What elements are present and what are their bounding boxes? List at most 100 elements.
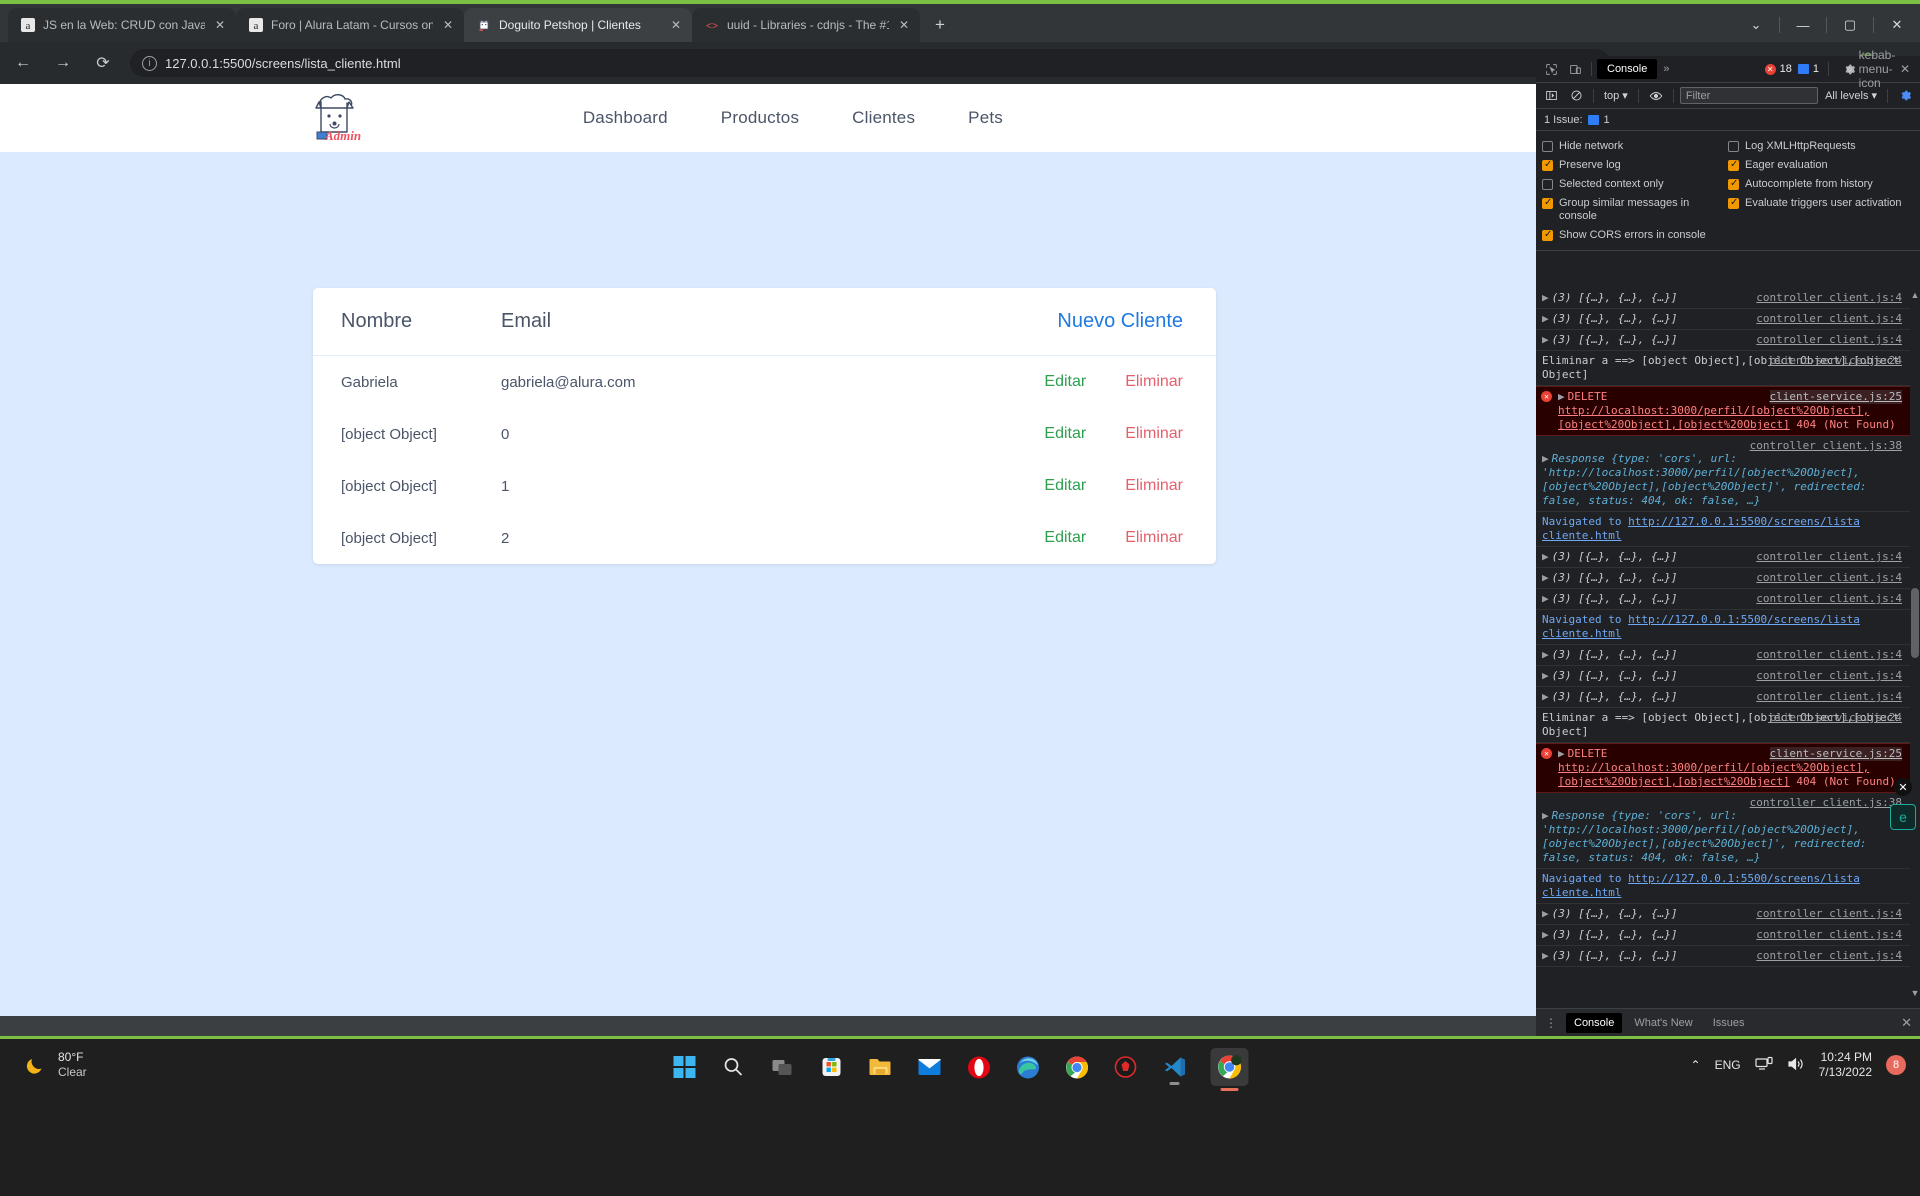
log-entry-error[interactable]: ✕ ▶ DELETE http://localhost:3000/perfil/[…	[1536, 386, 1920, 436]
execution-context-select[interactable]: top ▾	[1600, 89, 1632, 103]
address-bar[interactable]: i 127.0.0.1:5500/screens/lista_cliente.h…	[130, 49, 1610, 77]
console-scrollbar[interactable]: ▲ ▼	[1910, 288, 1920, 1004]
setting-evaluate-triggers-user-activation[interactable]: Evaluate triggers user activation	[1728, 194, 1914, 213]
opera-icon[interactable]	[966, 1054, 992, 1080]
log-source[interactable]: client-service.js:25	[1769, 390, 1902, 404]
setting-hide-network[interactable]: Hide network	[1542, 137, 1728, 156]
browser-tab-3-active[interactable]: Doguito Petshop | Clientes ✕	[464, 8, 692, 42]
expand-triangle-icon[interactable]: ▶	[1542, 648, 1549, 661]
forward-icon[interactable]: →	[46, 46, 80, 80]
browser-tab-4[interactable]: <> uuid - Libraries - cdnjs - The #1 f ✕	[692, 8, 920, 42]
scroll-up-arrow-icon[interactable]: ▲	[1910, 290, 1920, 300]
log-entry-array[interactable]: ▶ (3) [{…}, {…}, {…}] controller client.js…	[1536, 946, 1920, 967]
log-source[interactable]: controller client.js:4	[1756, 690, 1902, 704]
expand-triangle-icon[interactable]: ▶	[1542, 809, 1549, 822]
checkbox[interactable]	[1728, 177, 1739, 190]
log-source[interactable]: controller client.js:4	[1756, 312, 1902, 326]
checkbox[interactable]	[1728, 158, 1739, 171]
issues-bar[interactable]: 1 Issue: 1	[1536, 109, 1920, 131]
log-entry-response[interactable]: controller client.js:38 ▶ Response {type:…	[1536, 436, 1920, 512]
reload-icon[interactable]: ⟳	[86, 46, 120, 80]
overlay-close-icon[interactable]: ✕	[1894, 778, 1912, 796]
log-source[interactable]: client-service.js:24	[1770, 711, 1902, 725]
log-entry-array[interactable]: ▶ (3) [{…}, {…}, {…}] controller client.js…	[1536, 666, 1920, 687]
log-source[interactable]: controller client.js:4	[1756, 949, 1902, 963]
expand-triangle-icon[interactable]: ▶	[1558, 390, 1565, 403]
edit-link[interactable]: Editar	[1044, 529, 1086, 547]
microsoft-store-icon[interactable]	[819, 1054, 845, 1080]
delete-link[interactable]: Eliminar	[1125, 529, 1183, 547]
log-entry-error[interactable]: ✕ ▶ DELETE http://localhost:3000/perfil/[…	[1536, 743, 1920, 793]
vscode-icon[interactable]	[1162, 1054, 1188, 1085]
log-entry-text[interactable]: Eliminar a ==> [object Object],[object O…	[1536, 708, 1920, 743]
overlay-editor-icon[interactable]: e	[1890, 804, 1916, 830]
tab-console[interactable]: Console	[1597, 59, 1658, 79]
log-entry-response[interactable]: controller client.js:38 ▶ Response {type:…	[1536, 793, 1920, 869]
windows-start-icon[interactable]	[672, 1054, 698, 1080]
maximize-button[interactable]: ▢	[1827, 8, 1873, 42]
log-entry-navigated[interactable]: Navigated to http://127.0.0.1:5500/scree…	[1536, 869, 1920, 904]
setting-selected-context-only[interactable]: Selected context only	[1542, 175, 1728, 194]
log-entry-text[interactable]: Eliminar a ==> [object Object],[object O…	[1536, 351, 1920, 386]
log-entry-array[interactable]: ▶ (3) [{…}, {…}, {…}] controller client.js…	[1536, 568, 1920, 589]
log-source[interactable]: controller client.js:4	[1756, 291, 1902, 305]
log-entry-array[interactable]: ▶ (3) [{…}, {…}, {…}] controller client.js…	[1536, 645, 1920, 666]
setting-group-similar-messages[interactable]: Group similar messages in console	[1542, 194, 1728, 226]
language-indicator[interactable]: ENG	[1715, 1058, 1741, 1072]
checkbox[interactable]	[1542, 196, 1553, 209]
more-tabs-icon[interactable]: »	[1659, 63, 1673, 75]
log-level-select[interactable]: All levels ▾	[1821, 89, 1881, 103]
close-icon[interactable]: ✕	[440, 17, 456, 33]
log-source[interactable]: client-service.js:24	[1770, 354, 1902, 368]
clock[interactable]: 10:24 PM 7/13/2022	[1819, 1050, 1872, 1080]
expand-triangle-icon[interactable]: ▶	[1542, 571, 1549, 584]
log-source[interactable]: controller client.js:4	[1756, 550, 1902, 564]
expand-triangle-icon[interactable]: ▶	[1542, 690, 1549, 703]
log-source[interactable]: controller client.js:4	[1756, 907, 1902, 921]
close-devtools-icon[interactable]: ✕	[1894, 58, 1916, 80]
log-source[interactable]: controller client.js:38	[1750, 796, 1902, 810]
log-entry-array[interactable]: ▶ (3) [{…}, {…}, {…}] controller client.js…	[1536, 904, 1920, 925]
log-entry-array[interactable]: ▶ (3) [{…}, {…}, {…}] controller client.js…	[1536, 687, 1920, 708]
expand-triangle-icon[interactable]: ▶	[1558, 747, 1565, 760]
browser-tab-1[interactable]: a JS en la Web: CRUD con JavaScrip ✕	[8, 8, 237, 42]
log-entry-array[interactable]: ▶ (3) [{…}, {…}, {…}] controller client.js…	[1536, 925, 1920, 946]
setting-autocomplete-history[interactable]: Autocomplete from history	[1728, 175, 1914, 194]
search-icon[interactable]	[721, 1054, 747, 1080]
setting-show-cors-errors[interactable]: Show CORS errors in console	[1542, 226, 1728, 245]
expand-triangle-icon[interactable]: ▶	[1542, 928, 1549, 941]
log-entry-array[interactable]: ▶ (3) [{…}, {…}, {…}] controller client.js…	[1536, 547, 1920, 568]
checkbox[interactable]	[1542, 158, 1553, 171]
checkbox[interactable]	[1542, 179, 1553, 190]
log-entry-navigated[interactable]: Navigated to http://127.0.0.1:5500/scree…	[1536, 512, 1920, 547]
device-toolbar-icon[interactable]	[1564, 58, 1586, 80]
drawer-tab-whats-new[interactable]: What's New	[1626, 1013, 1700, 1033]
nav-link-pets[interactable]: Pets	[968, 108, 1003, 128]
tab-search-chevron-icon[interactable]: ⌄	[1733, 8, 1779, 42]
drawer-kebab-icon[interactable]: ⋮	[1540, 1012, 1562, 1034]
weather-widget[interactable]: 80°F Clear	[24, 1050, 87, 1080]
drawer-tab-issues[interactable]: Issues	[1705, 1013, 1753, 1033]
nav-link-dashboard[interactable]: Dashboard	[583, 108, 668, 128]
network-icon[interactable]	[1755, 1056, 1773, 1075]
log-source[interactable]: controller client.js:38	[1750, 439, 1902, 453]
new-tab-button[interactable]: +	[926, 11, 954, 39]
edit-link[interactable]: Editar	[1044, 373, 1086, 391]
scroll-down-arrow-icon[interactable]: ▼	[1910, 988, 1920, 998]
scrollbar-thumb[interactable]	[1911, 588, 1919, 658]
nav-link-productos[interactable]: Productos	[721, 108, 799, 128]
mail-icon[interactable]	[917, 1054, 943, 1080]
log-entry-array[interactable]: ▶ (3) [{…}, {…}, {…}] controller client.js…	[1536, 309, 1920, 330]
setting-log-xhr[interactable]: Log XMLHttpRequests	[1728, 137, 1914, 156]
log-source[interactable]: client-service.js:25	[1769, 747, 1902, 761]
new-client-link[interactable]: Nuevo Cliente	[1057, 310, 1183, 333]
browser-tab-2[interactable]: a Foro | Alura Latam - Cursos onlin ✕	[236, 8, 465, 42]
log-entry-array[interactable]: ▶ (3) [{…}, {…}, {…}] controller client.js…	[1536, 330, 1920, 351]
checkbox[interactable]	[1542, 141, 1553, 152]
log-entry-navigated[interactable]: Navigated to http://127.0.0.1:5500/scree…	[1536, 610, 1920, 645]
log-entry-array[interactable]: ▶ (3) [{…}, {…}, {…}] controller client.js…	[1536, 288, 1920, 309]
live-expression-eye-icon[interactable]	[1645, 85, 1667, 107]
site-info-icon[interactable]: i	[142, 55, 157, 71]
delete-link[interactable]: Eliminar	[1125, 425, 1183, 443]
close-window-button[interactable]: ✕	[1874, 8, 1920, 42]
